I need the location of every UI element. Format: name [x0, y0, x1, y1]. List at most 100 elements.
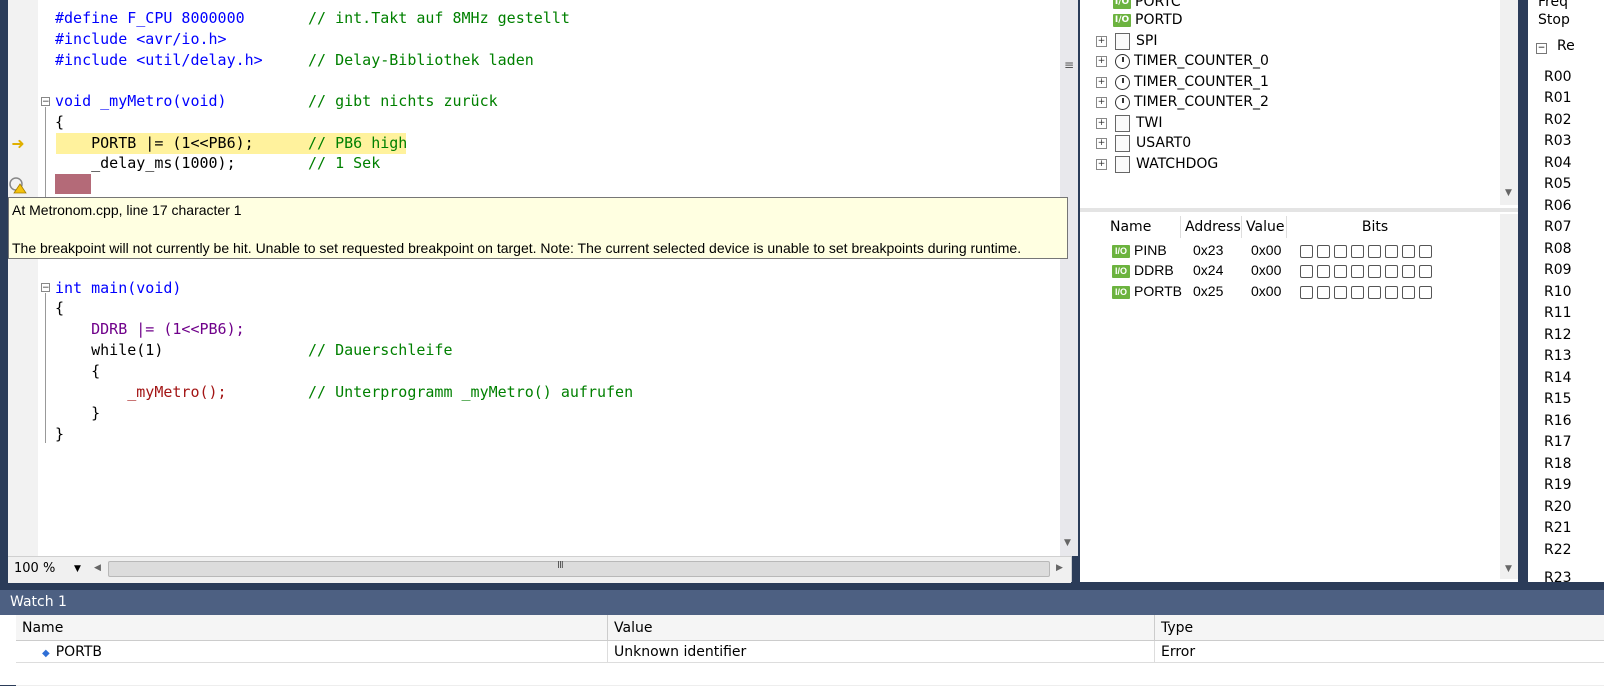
document-icon	[1115, 155, 1130, 173]
scroll-down-icon[interactable]: ▼	[1505, 188, 1512, 198]
editor-horizontal-scrollbar[interactable]: III	[108, 560, 1050, 577]
register-label: R04	[1544, 155, 1572, 171]
watch-column-header-name[interactable]: Name	[16, 615, 608, 641]
watch-column-header-type[interactable]: Type	[1155, 615, 1604, 641]
register-label: R10	[1544, 284, 1572, 300]
tree-item-usart0[interactable]: + USART0	[1096, 133, 1191, 153]
expand-icon[interactable]: +	[1096, 158, 1107, 170]
io-table-row[interactable]: I/O PINB 0x23 0x00	[1112, 240, 1492, 260]
code-line: {	[55, 113, 65, 131]
chevron-down-icon[interactable]: ▼	[74, 560, 81, 578]
code-line: }	[55, 404, 101, 422]
code-line: void _myMetro(void)	[55, 91, 227, 111]
tree-item-label: WATCHDOG	[1136, 156, 1219, 172]
tooltip-location: At Metronom.cpp, line 17 character 1	[12, 202, 242, 218]
clock-icon	[1115, 94, 1130, 110]
register-bits[interactable]	[1300, 240, 1436, 260]
watch-window: Name Value Type ◆ PORTB Unknown identifie…	[0, 615, 1604, 686]
expand-icon[interactable]: +	[1096, 96, 1107, 108]
code-editor[interactable]: ➜ − − #define F_CPU 8000000 // int.Takt …	[8, 0, 1078, 582]
code-comment: // PB6 high	[308, 134, 408, 152]
watch-row-name[interactable]: ◆ PORTB	[16, 641, 608, 663]
register-label: R17	[1544, 434, 1572, 450]
document-icon	[1115, 32, 1130, 50]
io-table-scrollbar[interactable]: ▼	[1500, 214, 1518, 579]
register-label: R09	[1544, 262, 1572, 278]
register-label: R01	[1544, 90, 1572, 106]
splitter-grip-icon[interactable]: ≡	[1064, 58, 1074, 72]
editor-status-bar: 100 % ▼ ◀ III ▶	[8, 556, 1071, 583]
scroll-left-icon[interactable]: ◀	[94, 563, 101, 573]
processor-stopwatch-label: Stop	[1538, 12, 1570, 28]
io-port-icon: I/O	[1112, 244, 1130, 258]
code-text: #define F_CPU 8000000	[55, 9, 245, 27]
expand-icon[interactable]: +	[1096, 55, 1107, 67]
io-table-row[interactable]: I/O DDRB 0x24 0x00	[1112, 260, 1492, 280]
register-label: R07	[1544, 219, 1572, 235]
tree-item-label: PORTC	[1135, 0, 1181, 10]
code-comment: // Dauerschleife	[308, 341, 453, 359]
scroll-grip-icon: III	[557, 560, 564, 571]
code-line: PORTB |= (1<<PB6);	[55, 134, 254, 152]
tree-item-timer-counter-0[interactable]: + TIMER_COUNTER_0	[1096, 51, 1269, 71]
editor-vertical-scrollbar[interactable]: ≡ ▼	[1060, 0, 1078, 556]
register-label: R03	[1544, 133, 1572, 149]
expand-icon[interactable]: +	[1096, 117, 1107, 129]
code-comment: // int.Takt auf 8MHz gestellt	[308, 9, 570, 27]
scroll-down-icon[interactable]: ▼	[1505, 564, 1512, 574]
collapse-icon[interactable]: −	[41, 283, 50, 293]
io-tree-scrollbar[interactable]: ▼	[1500, 0, 1518, 205]
register-label: R19	[1544, 477, 1572, 493]
code-text: void _myMetro(void)	[55, 92, 227, 110]
tree-item-timer-counter-2[interactable]: + TIMER_COUNTER_2	[1096, 92, 1269, 112]
tooltip-message: The breakpoint will not currently be hit…	[12, 240, 1022, 256]
code-line: int main(void)	[55, 278, 181, 298]
watch-window-title[interactable]: Watch 1	[0, 590, 1604, 615]
panel-splitter[interactable]	[1080, 208, 1518, 212]
tree-item-label: USART0	[1136, 135, 1192, 151]
tree-item-timer-counter-1[interactable]: + TIMER_COUNTER_1	[1096, 72, 1269, 92]
tree-item-label: TWI	[1136, 115, 1163, 131]
watch-row-value[interactable]: Unknown identifier	[608, 641, 1155, 663]
register-bits[interactable]	[1300, 281, 1436, 301]
zoom-dropdown[interactable]: 100 % ▼	[14, 560, 84, 578]
register-address: 0x23	[1193, 242, 1224, 258]
expand-icon[interactable]: +	[1096, 76, 1107, 88]
expand-icon[interactable]: +	[1096, 35, 1107, 47]
column-header-address[interactable]: Address	[1185, 216, 1242, 238]
column-header-value[interactable]: Value	[1246, 216, 1287, 238]
column-header-bits[interactable]: Bits	[1290, 216, 1460, 238]
tree-item-portd[interactable]: I/O PORTD	[1113, 10, 1183, 30]
register-label: R20	[1544, 499, 1572, 515]
register-address: 0x24	[1193, 262, 1224, 278]
code-line: while(1)	[55, 341, 164, 359]
tree-item-twi[interactable]: + TWI	[1096, 113, 1163, 133]
scroll-down-icon[interactable]: ▼	[1064, 538, 1071, 548]
code-line: _delay_ms(1000);	[55, 154, 236, 172]
breakpoint-warning-icon[interactable]	[8, 175, 28, 195]
tree-item-spi[interactable]: + SPI	[1096, 31, 1157, 51]
code-line: }	[55, 425, 65, 443]
code-comment: // 1 Sek	[308, 154, 381, 172]
watch-column-header-value[interactable]: Value	[608, 615, 1155, 641]
code-line: DDRB |= (1<<PB6);	[55, 320, 245, 338]
column-header-name[interactable]: Name	[1110, 216, 1181, 238]
register-label: R16	[1544, 413, 1572, 429]
register-bits[interactable]	[1300, 260, 1436, 280]
breakpoint-marker	[55, 174, 91, 194]
collapse-icon[interactable]: −	[41, 97, 50, 107]
register-label: R06	[1544, 198, 1572, 214]
register-label: R08	[1544, 241, 1572, 257]
register-name: PORTB	[1134, 283, 1182, 299]
code-line: #include <util/delay.h>	[55, 50, 263, 70]
collapse-icon[interactable]: −	[1536, 43, 1547, 54]
register-label: R00	[1544, 69, 1572, 85]
document-icon	[1115, 114, 1130, 132]
scroll-right-icon[interactable]: ▶	[1056, 563, 1063, 573]
expand-icon[interactable]: +	[1096, 137, 1107, 149]
io-table-row[interactable]: I/O PORTB 0x25 0x00	[1112, 281, 1492, 301]
registers-group[interactable]: − Re	[1536, 36, 1575, 56]
editor-gutter[interactable]	[8, 0, 38, 556]
tree-item-watchdog[interactable]: + WATCHDOG	[1096, 154, 1218, 174]
watch-empty-row[interactable]	[16, 663, 1604, 686]
